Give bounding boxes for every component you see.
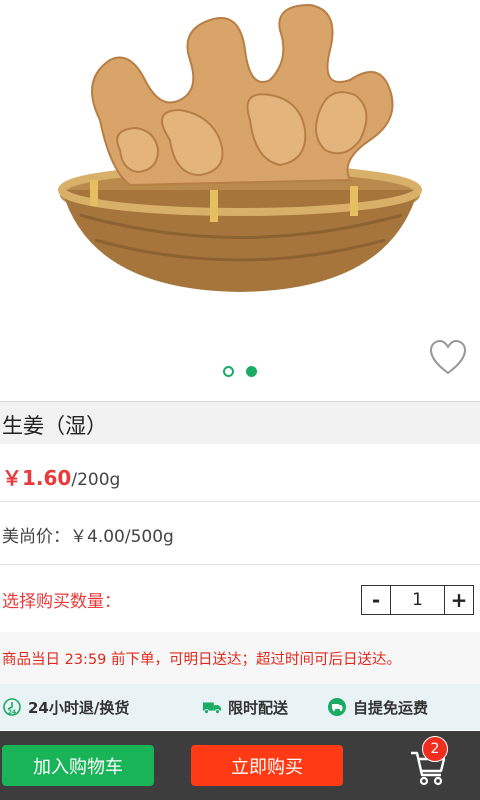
ginger-basket-image: [58, 3, 422, 292]
bottom-action-bar: 加入购物车 立即购买: [0, 731, 480, 800]
increment-button[interactable]: +: [444, 586, 473, 614]
service-label: 限时配送: [228, 698, 289, 717]
product-title-row: 生姜（湿）: [0, 401, 480, 444]
price-value: ￥1.60: [2, 466, 72, 490]
truck-icon: [202, 697, 222, 717]
delivery-notice: 商品当日 23:59 前下单，可明日送达；超过时间可后日送达。: [2, 652, 402, 668]
service-pickup: 自提免运费: [327, 684, 428, 730]
cart-count-badge: 2: [422, 736, 448, 762]
product-price: ￥1.60/200g: [2, 462, 120, 491]
quantity-stepper: - 1 +: [361, 585, 474, 615]
carousel-indicator: [0, 366, 480, 377]
decrement-button[interactable]: -: [362, 586, 391, 614]
market-price: 美尚价：￥4.00/500g: [2, 527, 174, 547]
market-price-row: 美尚价：￥4.00/500g: [0, 502, 480, 565]
service-delivery: 限时配送: [202, 684, 288, 730]
add-to-cart-button[interactable]: 加入购物车: [2, 745, 154, 786]
product-name: 生姜（湿）: [2, 414, 107, 438]
delivery-notice-row: 商品当日 23:59 前下单，可明日送达；超过时间可后日送达。: [0, 632, 480, 684]
service-label: 24小时退/换货: [28, 698, 130, 717]
carousel-dot[interactable]: [223, 366, 234, 377]
price-row: ￥1.60/200g: [0, 446, 480, 502]
product-image-carousel[interactable]: [0, 0, 480, 400]
buy-now-button[interactable]: 立即购买: [191, 745, 343, 786]
service-label: 自提免运费: [353, 698, 429, 717]
quantity-label: 选择购买数量：: [2, 592, 121, 612]
carousel-dot-active[interactable]: [246, 366, 257, 377]
service-guarantees: 24 24小时退/换货 限时配送 自提免运费: [0, 684, 480, 730]
quantity-value[interactable]: 1: [391, 586, 444, 614]
svg-text:24: 24: [8, 709, 16, 716]
pickup-icon: [327, 697, 347, 717]
service-return: 24 24小时退/换货: [2, 684, 129, 730]
price-unit: /200g: [71, 470, 121, 490]
clock-24-icon: 24: [2, 697, 22, 717]
